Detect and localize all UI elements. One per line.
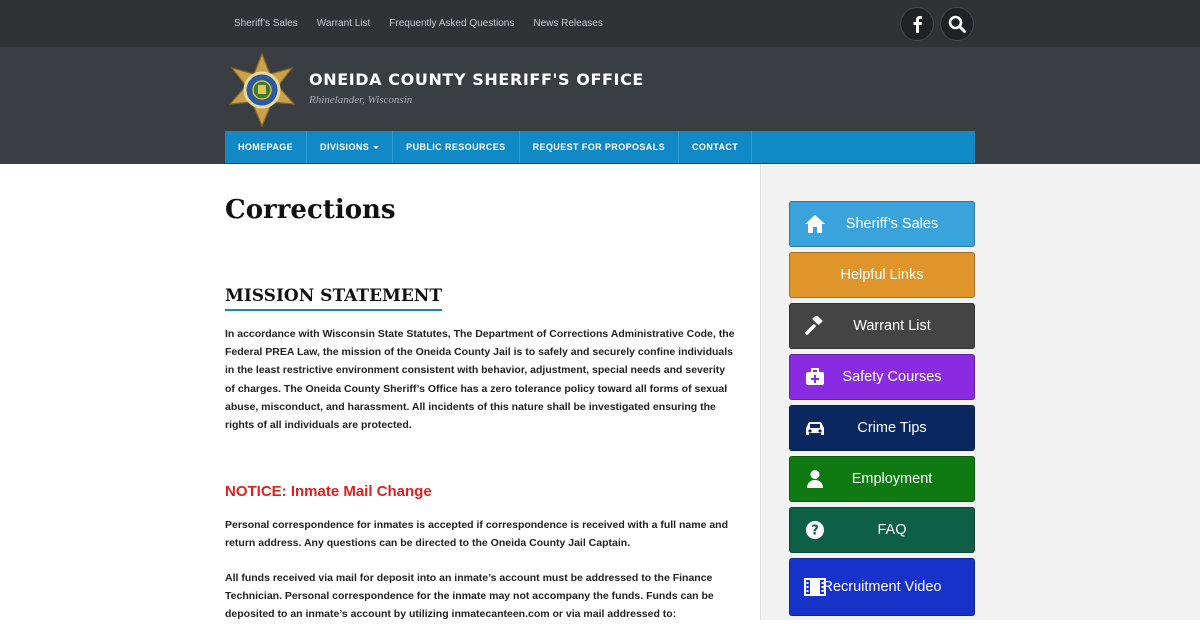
- sidebar-button-warrant-list[interactable]: Warrant List: [789, 303, 975, 349]
- nav-item-label: CONTACT: [692, 142, 739, 152]
- sidebar-button-sheriffs-sales[interactable]: Sheriff’s Sales: [789, 201, 975, 247]
- home-icon: [804, 213, 826, 235]
- user-icon: [804, 468, 826, 490]
- nav-item-contact[interactable]: CONTACT: [679, 131, 753, 163]
- sidebar-button-employment[interactable]: Employment: [789, 456, 975, 502]
- film-icon: [804, 576, 826, 598]
- medkit-icon: [804, 366, 826, 388]
- sidebar-button-label: Helpful Links: [840, 266, 924, 283]
- nav-item-divisions[interactable]: DIVISIONS: [307, 131, 394, 163]
- svg-text:?: ?: [811, 524, 819, 539]
- star-badge-icon: [228, 52, 296, 128]
- page-title: Corrections: [225, 195, 396, 225]
- mission-heading: MISSION STATEMENT: [225, 286, 442, 311]
- sidebar-button-faq[interactable]: ? FAQ: [789, 507, 975, 553]
- sidebar-button-safety-courses[interactable]: Safety Courses: [789, 354, 975, 400]
- mission-paragraph: In accordance with Wisconsin State Statu…: [225, 328, 735, 432]
- site-subtitle: Rhinelander, Wisconsin: [309, 94, 413, 106]
- notice-paragraph-1: Personal correspondence for inmates is a…: [225, 519, 729, 550]
- nav-item-label: HOMEPAGE: [238, 142, 294, 152]
- top-link-sheriffs-sales[interactable]: Sheriff’s Sales: [234, 18, 298, 29]
- sidebar-button-crime-tips[interactable]: Crime Tips: [789, 405, 975, 451]
- notice-paragraph-2: All funds received via mail for deposit …: [225, 572, 714, 621]
- nav-item-rfp[interactable]: REQUEST FOR PROPOSALS: [520, 131, 680, 163]
- sidebar-button-helpful-links[interactable]: Helpful Links: [789, 252, 975, 298]
- nav-item-homepage[interactable]: HOMEPAGE: [225, 131, 308, 163]
- top-link-warrant-list[interactable]: Warrant List: [317, 18, 371, 29]
- main-nav: HOMEPAGE DIVISIONS PUBLIC RESOURCES REQU…: [225, 131, 975, 163]
- nav-item-label: PUBLIC RESOURCES: [406, 142, 506, 152]
- sheriff-badge-logo[interactable]: [224, 52, 300, 128]
- nav-item-label: REQUEST FOR PROPOSALS: [532, 142, 666, 152]
- facebook-button[interactable]: [900, 7, 934, 41]
- notice-heading: NOTICE: Inmate Mail Change: [225, 483, 432, 500]
- car-icon: [804, 417, 826, 439]
- search-icon: [948, 15, 966, 33]
- site-title[interactable]: ONEIDA COUNTY SHERIFF'S OFFICE: [309, 70, 644, 89]
- sidebar-button-recruitment-video[interactable]: Recruitment Video: [789, 558, 975, 616]
- caret-down-icon: [373, 145, 380, 149]
- top-link-faq[interactable]: Frequently Asked Questions: [389, 18, 514, 29]
- question-icon: ?: [804, 519, 826, 541]
- top-links: Sheriff’s Sales Warrant List Frequently …: [234, 0, 622, 47]
- gavel-icon: [804, 315, 826, 337]
- top-link-news-releases[interactable]: News Releases: [533, 18, 602, 29]
- search-button[interactable]: [940, 7, 974, 41]
- nav-item-public-resources[interactable]: PUBLIC RESOURCES: [393, 131, 520, 163]
- nav-item-label: DIVISIONS: [320, 142, 370, 152]
- facebook-icon: [913, 16, 922, 33]
